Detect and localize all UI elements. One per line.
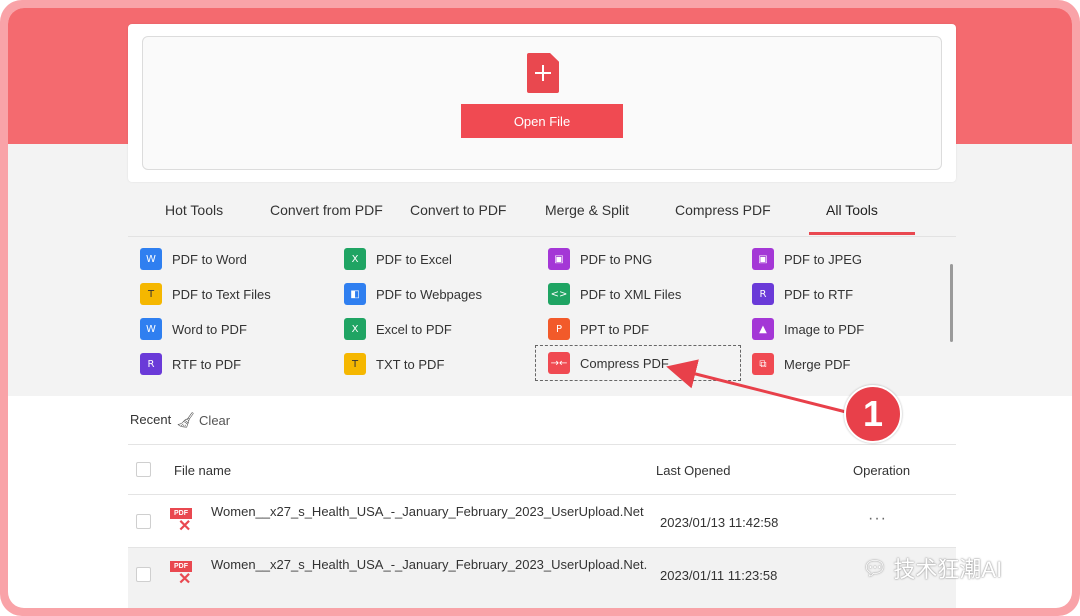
column-header-last-opened: Last Opened bbox=[656, 463, 731, 478]
file-name[interactable]: Women__x27_s_Health_USA_-_January_Februa… bbox=[211, 557, 647, 572]
pdf-to-webpages-icon: ◧ bbox=[344, 283, 366, 305]
column-header-file-name: File name bbox=[174, 463, 232, 478]
tab-convert-to-pdf[interactable]: Convert to PDF bbox=[410, 202, 506, 218]
tool-merge-pdf[interactable]: ⧉ Merge PDF bbox=[752, 350, 850, 378]
tool-pdf-to-text[interactable]: T PDF to Text Files bbox=[140, 280, 271, 308]
tool-label: PDF to Word bbox=[172, 251, 247, 267]
tool-label: Merge PDF bbox=[784, 356, 851, 372]
tool-label: Excel to PDF bbox=[376, 321, 452, 337]
new-file-icon[interactable] bbox=[527, 53, 559, 93]
tool-rtf-to-pdf[interactable]: R RTF to PDF bbox=[140, 350, 241, 378]
watermark: 💬︎ 技术狂潮AI bbox=[862, 552, 1002, 584]
ppt-to-pdf-icon: P bbox=[548, 318, 570, 340]
active-tab-indicator bbox=[809, 232, 915, 235]
tool-label: RTF to PDF bbox=[172, 356, 242, 372]
last-opened-date: 2023/01/13 11:42:58 bbox=[660, 515, 779, 530]
row-checkbox[interactable] bbox=[136, 514, 151, 529]
tool-pdf-to-rtf[interactable]: R PDF to RTF bbox=[752, 280, 853, 308]
more-options-icon[interactable]: ··· bbox=[868, 510, 887, 528]
tabs-divider bbox=[128, 236, 956, 237]
tab-compress-pdf[interactable]: Compress PDF bbox=[675, 202, 771, 218]
word-to-pdf-icon: W bbox=[140, 318, 162, 340]
screenshot-frame: Open File Hot Tools Convert from PDF Con… bbox=[0, 0, 1080, 616]
pdf-file-icon: PDF ✕ bbox=[170, 506, 198, 536]
open-file-button[interactable]: Open File bbox=[461, 104, 623, 138]
tool-tabs: Hot Tools Convert from PDF Convert to PD… bbox=[128, 194, 956, 238]
clear-label: Clear bbox=[199, 412, 231, 428]
pdf-to-word-icon: W bbox=[140, 248, 162, 270]
tab-convert-from-pdf[interactable]: Convert from PDF bbox=[270, 202, 383, 218]
tool-excel-to-pdf[interactable]: X Excel to PDF bbox=[344, 315, 452, 343]
pdf-to-rtf-icon: R bbox=[752, 283, 774, 305]
tool-image-to-pdf[interactable]: ▲ Image to PDF bbox=[752, 315, 864, 343]
tab-hot-tools[interactable]: Hot Tools bbox=[165, 202, 223, 218]
step-badge: 1 bbox=[844, 385, 902, 443]
tool-label: PDF to PNG bbox=[580, 251, 653, 267]
tool-label: PDF to Excel bbox=[376, 251, 452, 267]
row-checkbox[interactable] bbox=[136, 567, 151, 582]
pdf-file-icon: PDF ✕ bbox=[170, 559, 198, 589]
tab-merge-split[interactable]: Merge & Split bbox=[545, 202, 629, 218]
tools-scrollbar[interactable] bbox=[950, 264, 953, 342]
file-drop-zone[interactable]: Open File bbox=[142, 36, 942, 170]
tool-compress-pdf[interactable]: →← Compress PDF bbox=[535, 345, 741, 381]
pdf-to-text-icon: T bbox=[140, 283, 162, 305]
tool-label: PDF to XML Files bbox=[580, 286, 682, 302]
clear-recent-button[interactable]: 🧹︎ Clear bbox=[176, 411, 230, 429]
last-opened-date: 2023/01/11 11:23:58 bbox=[660, 568, 778, 583]
broom-icon: 🧹︎ bbox=[176, 412, 196, 429]
wechat-icon: 💬︎ bbox=[862, 557, 888, 580]
pdf-to-png-icon: ▣ bbox=[548, 248, 570, 270]
tool-label: PDF to Webpages bbox=[376, 286, 482, 302]
tool-label: PDF to JPEG bbox=[784, 251, 863, 267]
select-all-checkbox[interactable] bbox=[136, 462, 151, 477]
tool-label: PDF to Text Files bbox=[172, 286, 271, 302]
tool-label: Word to PDF bbox=[172, 321, 247, 337]
tool-pdf-to-xml[interactable]: <> PDF to XML Files bbox=[548, 280, 681, 308]
tool-txt-to-pdf[interactable]: T TXT to PDF bbox=[344, 350, 444, 378]
watermark-text: 技术狂潮AI bbox=[893, 557, 1003, 582]
tool-ppt-to-pdf[interactable]: P PPT to PDF bbox=[548, 315, 649, 343]
tool-label: TXT to PDF bbox=[376, 356, 445, 372]
pdf-to-excel-icon: X bbox=[344, 248, 366, 270]
tool-label: PPT to PDF bbox=[580, 321, 650, 337]
pdf-to-xml-icon: <> bbox=[548, 283, 570, 305]
merge-pdf-icon: ⧉ bbox=[752, 353, 774, 375]
table-row[interactable] bbox=[128, 495, 956, 547]
compress-pdf-icon: →← bbox=[548, 352, 570, 374]
tool-label: PDF to RTF bbox=[784, 286, 854, 302]
txt-to-pdf-icon: T bbox=[344, 353, 366, 375]
recent-label: Recent bbox=[130, 412, 172, 427]
table-top-divider bbox=[128, 444, 956, 445]
rtf-to-pdf-icon: R bbox=[140, 353, 162, 375]
tool-label: Image to PDF bbox=[784, 321, 865, 337]
tab-all-tools[interactable]: All Tools bbox=[826, 202, 878, 218]
excel-to-pdf-icon: X bbox=[344, 318, 366, 340]
file-name[interactable]: Women__x27_s_Health_USA_-_January_Februa… bbox=[211, 504, 647, 519]
tool-label: Compress PDF bbox=[580, 355, 669, 371]
tool-pdf-to-excel[interactable]: X PDF to Excel bbox=[344, 245, 452, 273]
tool-pdf-to-png[interactable]: ▣ PDF to PNG bbox=[548, 245, 652, 273]
pdf-to-jpeg-icon: ▣ bbox=[752, 248, 774, 270]
image-to-pdf-icon: ▲ bbox=[752, 318, 774, 340]
tool-pdf-to-word[interactable]: W PDF to Word bbox=[140, 245, 247, 273]
column-header-operation: Operation bbox=[853, 463, 911, 478]
app-window: Open File Hot Tools Convert from PDF Con… bbox=[8, 8, 1072, 608]
open-file-card: Open File bbox=[128, 24, 956, 182]
tool-pdf-to-webpages[interactable]: ◧ PDF to Webpages bbox=[344, 280, 482, 308]
tool-pdf-to-jpeg[interactable]: ▣ PDF to JPEG bbox=[752, 245, 862, 273]
tool-word-to-pdf[interactable]: W Word to PDF bbox=[140, 315, 247, 343]
